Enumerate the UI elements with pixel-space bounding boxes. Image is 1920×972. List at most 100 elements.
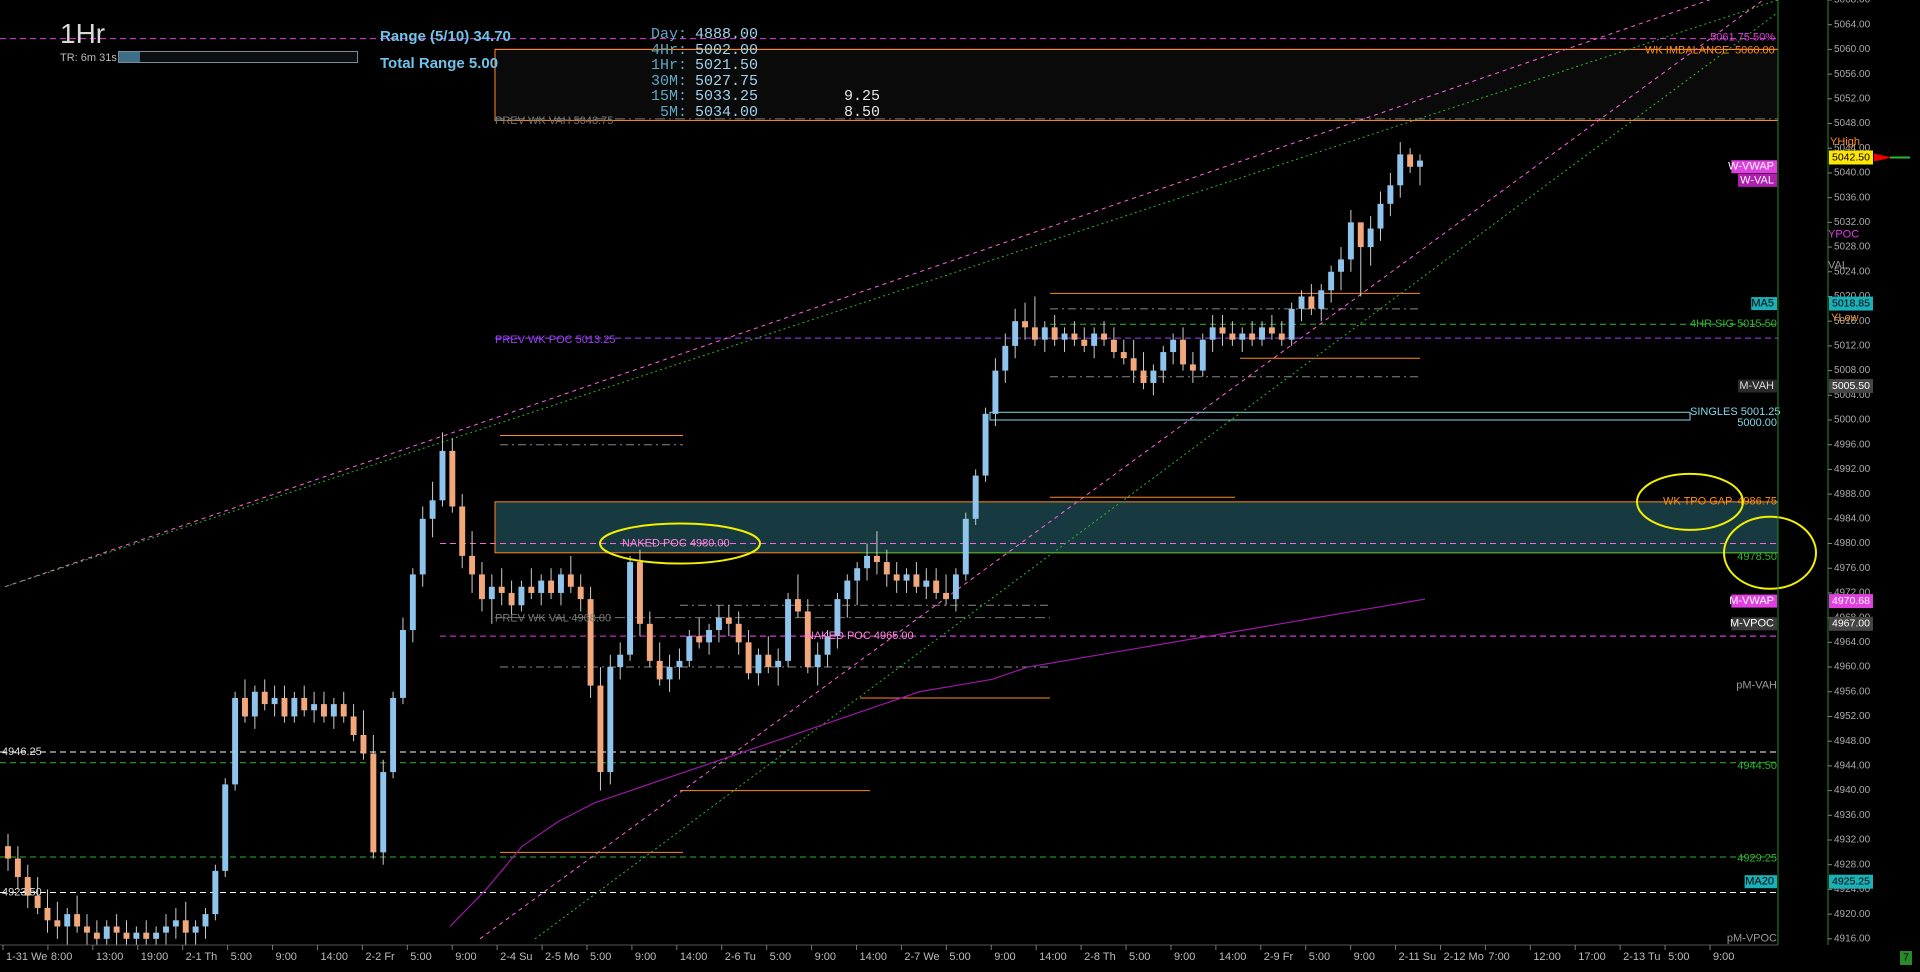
x-tick-label: 9:00 bbox=[455, 951, 476, 963]
y-tick-label: 4944.00 bbox=[1834, 761, 1871, 772]
w-val-tag: W-VAL bbox=[1740, 174, 1774, 186]
candle-body bbox=[212, 870, 219, 915]
x-tick-label: 5:00 bbox=[410, 951, 431, 963]
candle-body bbox=[459, 506, 466, 556]
candle-body bbox=[1209, 327, 1216, 340]
candle-body bbox=[646, 623, 653, 661]
chart-canvas[interactable]: 5061.75 50%WK IMBALANCE 5060.00 PREV WK VA… bbox=[0, 0, 1920, 967]
candle-body bbox=[577, 586, 584, 600]
candle-body bbox=[627, 562, 634, 655]
x-tick-label: 8:00 bbox=[51, 951, 72, 963]
candle-body bbox=[1367, 228, 1374, 248]
candle-body bbox=[1397, 154, 1404, 186]
candle-body bbox=[74, 914, 81, 927]
axis-m-vwap-tag: 4970.68 bbox=[1832, 595, 1870, 607]
candle-body bbox=[261, 691, 268, 705]
candle-body bbox=[311, 704, 318, 711]
axis-m-vpoc-tag: 4967.00 bbox=[1832, 618, 1870, 630]
x-tick-label: 14:00 bbox=[860, 951, 888, 963]
naked-poc-1-label: NAKED POC 4980.00 bbox=[622, 537, 730, 549]
tf-range: 8.50 bbox=[843, 103, 880, 121]
candle-body bbox=[429, 500, 436, 519]
pm-vah-label: pM-VAH bbox=[1736, 679, 1777, 691]
candle-body bbox=[133, 932, 140, 939]
candle-body bbox=[478, 574, 485, 600]
x-tick-label: 1-31 We bbox=[6, 951, 47, 963]
candle-body bbox=[242, 697, 248, 717]
x-tick-label: 9:00 bbox=[994, 951, 1015, 963]
axis-ma20-tag: 4925.25 bbox=[1832, 875, 1870, 887]
candle-body bbox=[785, 599, 792, 661]
tf-row-4hr: 4Hr: 5002.00 bbox=[592, 41, 880, 59]
total-range-label: Total Range 5.00 bbox=[380, 55, 499, 72]
axis-m-vah-tag: 5005.50 bbox=[1832, 380, 1870, 392]
y-tick-label: 5056.00 bbox=[1834, 69, 1871, 80]
tf-row-15m: 15M: 5033.25 9.25 bbox=[592, 89, 880, 105]
x-tick-label: 14:00 bbox=[1039, 951, 1067, 963]
candle-body bbox=[409, 574, 416, 630]
y-tick-label: 5068.00 bbox=[1834, 0, 1871, 6]
candle-body bbox=[498, 586, 505, 593]
candle-body bbox=[469, 555, 476, 575]
candle-body bbox=[1189, 364, 1196, 371]
x-tick-label: 2-11 Su bbox=[1399, 951, 1437, 963]
candle-body bbox=[1170, 339, 1177, 353]
candle-body bbox=[982, 413, 989, 476]
candle-body bbox=[350, 716, 357, 735]
axis-ma5-tag: 5018.85 bbox=[1832, 297, 1870, 309]
candle-body bbox=[1377, 203, 1384, 229]
candle-body bbox=[1199, 339, 1206, 371]
tf-value: 5027.75 bbox=[695, 72, 759, 90]
candle-body bbox=[1061, 333, 1068, 340]
candle-body bbox=[1249, 333, 1256, 340]
y-tick-label: 4984.00 bbox=[1834, 513, 1871, 524]
candle-body bbox=[439, 450, 446, 501]
tf-label: 30M: bbox=[650, 72, 687, 90]
candle-body bbox=[123, 932, 130, 939]
candle-body bbox=[153, 932, 160, 939]
candle-body bbox=[794, 599, 801, 612]
candle-body bbox=[488, 586, 495, 600]
x-tick-label: 5:00 bbox=[231, 951, 252, 963]
candle-body bbox=[548, 580, 555, 593]
current-price-tag: 5042.50 bbox=[1832, 151, 1870, 163]
candle-body bbox=[390, 697, 397, 773]
trading-chart[interactable]: 5061.75 50% WK IMBALANCE 5060.00 PREV WK VA… bbox=[0, 0, 1920, 967]
candle-body bbox=[1130, 358, 1137, 371]
candle-body bbox=[1101, 333, 1107, 340]
x-tick-label: 2-6 Tu bbox=[725, 951, 756, 963]
candle-body bbox=[172, 920, 179, 927]
candle-body bbox=[1417, 160, 1423, 167]
y-tick-label: 5036.00 bbox=[1834, 192, 1871, 203]
candle-body bbox=[1268, 327, 1275, 334]
y-tick-label: 4988.00 bbox=[1834, 489, 1871, 500]
tf-label: 4Hr: bbox=[650, 41, 687, 59]
y-tick-label: 5032.00 bbox=[1834, 217, 1871, 228]
candle-body bbox=[1180, 339, 1186, 365]
x-tick-label: 5:00 bbox=[1309, 951, 1330, 963]
y-tick-label: 5000.00 bbox=[1834, 415, 1871, 426]
candle-body bbox=[271, 697, 278, 705]
x-tick-label: 2-9 Fr bbox=[1264, 951, 1294, 963]
candle-body bbox=[686, 636, 693, 661]
y-tick-label: 4932.00 bbox=[1834, 835, 1871, 846]
candle-body bbox=[1110, 339, 1117, 353]
tf-range bbox=[800, 43, 880, 59]
candle-body bbox=[340, 704, 347, 717]
white2-value: 4923.50 bbox=[2, 886, 42, 898]
x-tick-label: 9:00 bbox=[1713, 951, 1734, 963]
tf-value: 5021.50 bbox=[695, 57, 759, 74]
tf-row-1hr: 1Hr: 5021.50 bbox=[592, 58, 880, 74]
x-tick-label: 5:00 bbox=[590, 951, 611, 963]
candle-body bbox=[923, 580, 930, 587]
candle-body bbox=[1071, 333, 1078, 340]
x-tick-label: 17:00 bbox=[1578, 951, 1606, 963]
candle-body bbox=[636, 562, 643, 624]
tf-row-day: Day: 4888.00 bbox=[592, 27, 880, 43]
y-tick-label: 4940.00 bbox=[1834, 785, 1871, 796]
candle-body bbox=[676, 660, 683, 668]
ypoc-label: YPOC bbox=[1828, 229, 1859, 241]
candle-body bbox=[1278, 333, 1285, 340]
candle-body bbox=[745, 642, 752, 674]
tf-row-5m: 5M: 5034.00 8.50 bbox=[592, 103, 880, 121]
